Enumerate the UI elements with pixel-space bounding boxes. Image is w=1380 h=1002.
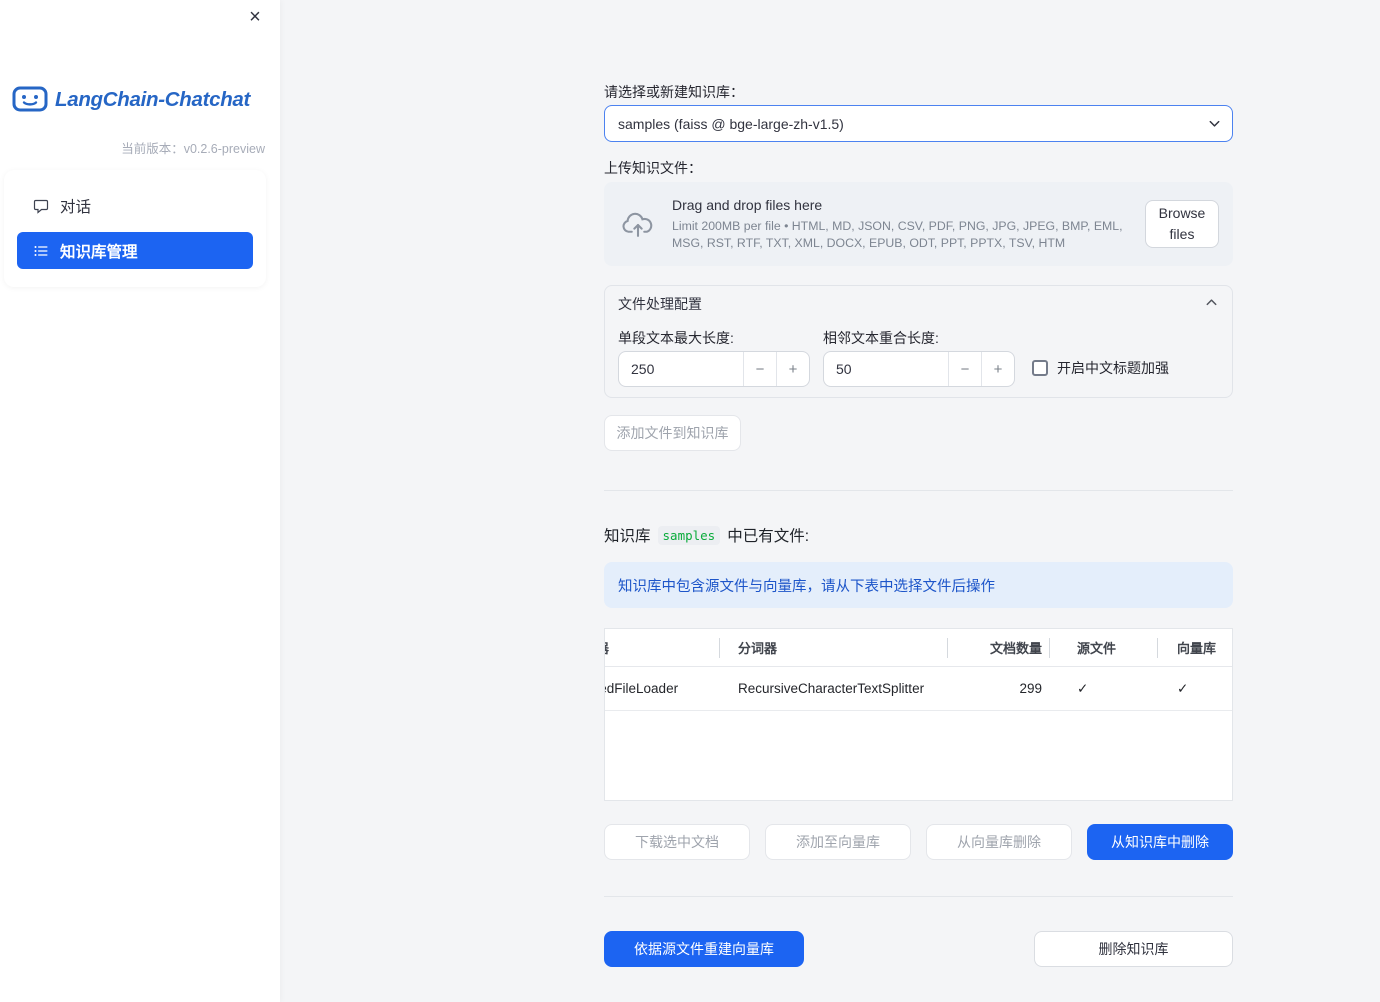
rebuild-vector-store-button[interactable]: 依据源文件重建向量库 (604, 931, 804, 967)
divider (604, 896, 1233, 897)
checkbox-label: 开启中文标题加强 (1057, 360, 1169, 376)
kb-name-code: samples (657, 525, 721, 545)
sidebar: × LangChain-Chatchat 当前版本：v0.2.6-preview… (0, 0, 280, 1002)
expander-header[interactable]: 文件处理配置 (605, 286, 1232, 322)
expander-body: 单段文本最大长度: 相邻文本重合长度: 250 − + 50 − + 开启中文标… (605, 322, 1232, 398)
sidebar-item-kb-management[interactable]: 知识库管理 (17, 232, 253, 269)
dropzone-limit: Limit 200MB per file • HTML, MD, JSON, C… (672, 218, 1123, 250)
add-files-to-kb-button[interactable]: 添加文件到知识库 (604, 415, 741, 451)
upload-label: 上传知识文件： (604, 160, 702, 176)
dropzone-text: Drag and drop files here Limit 200MB per… (672, 197, 1145, 251)
cell-source-check: ✓ (1077, 680, 1089, 696)
sidebar-close-icon[interactable]: × (244, 6, 266, 28)
cell-vector-check: ✓ (1177, 680, 1189, 696)
delete-kb-button[interactable]: 删除知识库 (1034, 931, 1233, 967)
chunk-size-label: 单段文本最大长度: (618, 330, 734, 346)
kb-line-suffix: 中已有文件: (727, 528, 810, 545)
upload-cloud-icon (620, 211, 656, 238)
col-header-source-file[interactable]: 源文件 (1050, 629, 1158, 666)
chunk-overlap-decrement-button[interactable]: − (948, 352, 981, 386)
chunk-size-increment-button[interactable]: + (776, 352, 809, 386)
zh-title-enhance-checkbox[interactable]: 开启中文标题加强 (1032, 358, 1169, 378)
logo-text: LangChain-Chatchat (55, 88, 251, 111)
info-alert: 知识库中包含源文件与向量库，请从下表中选择文件后操作 (604, 562, 1233, 608)
list-icon (33, 243, 49, 259)
files-table[interactable]: 文档加载器 分词器 文档数量 源文件 向量库 UnstructuredFileL… (604, 628, 1233, 801)
chevron-down-icon (1207, 116, 1222, 131)
sidebar-menu: 对话 知识库管理 (4, 170, 266, 287)
chunk-overlap-input[interactable]: 50 − + (823, 351, 1015, 387)
info-alert-text: 知识库中包含源文件与向量库，请从下表中选择文件后操作 (618, 578, 995, 595)
chevron-up-icon (1204, 295, 1219, 313)
add-to-vector-store-button[interactable]: 添加至向量库 (765, 824, 911, 860)
browse-files-button[interactable]: Browse files (1145, 200, 1219, 248)
cell-doc-count: 299 (1019, 681, 1042, 696)
app-logo: LangChain-Chatchat (12, 86, 270, 114)
checkbox-box[interactable] (1032, 360, 1048, 376)
kb-select-label: 请选择或新建知识库： (604, 84, 744, 100)
chunk-overlap-value[interactable]: 50 (836, 352, 852, 386)
file-config-expander: 文件处理配置 单段文本最大长度: 相邻文本重合长度: 250 − + 50 − … (604, 285, 1233, 398)
divider (604, 490, 1233, 491)
dropzone-title: Drag and drop files here (672, 196, 823, 213)
main-content: 请选择或新建知识库： samples (faiss @ bge-large-zh… (604, 0, 1233, 1002)
chunk-size-input[interactable]: 250 − + (618, 351, 810, 387)
col-header-vector-store[interactable]: 向量库 (1158, 629, 1232, 666)
version-label: 当前版本：v0.2.6-preview (121, 142, 265, 156)
chat-bubble-icon (33, 198, 49, 214)
chunk-overlap-label: 相邻文本重合长度: (823, 330, 939, 346)
file-dropzone[interactable]: Drag and drop files here Limit 200MB per… (604, 182, 1233, 266)
cell-loader: UnstructuredFileLoader (605, 681, 679, 696)
files-table-inner: 文档加载器 分词器 文档数量 源文件 向量库 UnstructuredFileL… (605, 629, 1232, 711)
sidebar-item-dialogue[interactable]: 对话 (17, 184, 253, 228)
delete-from-kb-button[interactable]: 从知识库中删除 (1087, 824, 1233, 860)
kb-line-prefix: 知识库 (604, 528, 651, 545)
cell-splitter: RecursiveCharacterTextSplitter (738, 681, 925, 696)
delete-from-vector-store-button[interactable]: 从向量库删除 (926, 824, 1072, 860)
kb-selectbox[interactable]: samples (faiss @ bge-large-zh-v1.5) (604, 105, 1233, 142)
sidebar-item-label: 对话 (60, 199, 92, 216)
download-selected-button[interactable]: 下载选中文档 (604, 824, 750, 860)
chunk-size-decrement-button[interactable]: − (743, 352, 776, 386)
expander-title: 文件处理配置 (618, 296, 702, 312)
sidebar-item-label: 知识库管理 (60, 243, 138, 261)
col-header-doc-count[interactable]: 文档数量 (948, 629, 1050, 666)
col-header-splitter[interactable]: 分词器 (720, 629, 948, 666)
kb-select-value: samples (faiss @ bge-large-zh-v1.5) (618, 115, 844, 132)
chunk-size-value[interactable]: 250 (631, 352, 654, 386)
chunk-overlap-increment-button[interactable]: + (981, 352, 1014, 386)
kb-files-heading: 知识库 samples 中已有文件: (604, 524, 809, 546)
col-header-loader[interactable]: 文档加载器 (605, 629, 720, 666)
logo-chat-icon (12, 86, 48, 112)
table-header-row: 文档加载器 分词器 文档数量 源文件 向量库 (605, 629, 1232, 667)
table-row[interactable]: UnstructuredFileLoader RecursiveCharacte… (605, 667, 1232, 711)
